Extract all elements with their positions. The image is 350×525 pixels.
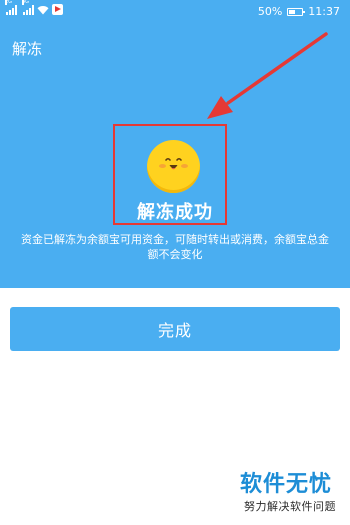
status-time: 11:37	[308, 5, 340, 18]
done-button[interactable]: 完成	[10, 307, 340, 351]
result-panel: 解冻 解冻成功 资金已解冻为余额宝可用资金，可随时转出或消费，余额宝总金额不会变…	[0, 24, 350, 288]
watermark-subtitle: 努力解决软件问题	[244, 500, 336, 513]
page-title: 解冻	[12, 40, 43, 58]
network-type-label-1: 2G	[5, 0, 13, 5]
status-bar: 2G 4G 50% 11:37	[0, 0, 350, 24]
annotation-highlight-box	[113, 124, 227, 225]
wifi-icon	[37, 5, 49, 14]
battery-level-fill	[289, 9, 296, 14]
network-type-label-2: 4G	[22, 0, 30, 5]
battery-icon	[287, 7, 306, 16]
result-description: 资金已解冻为余额宝可用资金，可随时转出或消费，余额宝总金额不会变化	[21, 233, 329, 261]
battery-percent: 50%	[257, 5, 283, 18]
status-icons-left: 2G 4G	[5, 0, 63, 15]
app-notification-icon	[52, 4, 63, 15]
status-icons-right: 50% 11:37	[258, 5, 340, 18]
cell-signal-icon-1: 2G	[5, 0, 17, 15]
watermark-title: 软件无忧	[239, 472, 332, 497]
cell-signal-icon-2: 4G	[22, 0, 34, 15]
